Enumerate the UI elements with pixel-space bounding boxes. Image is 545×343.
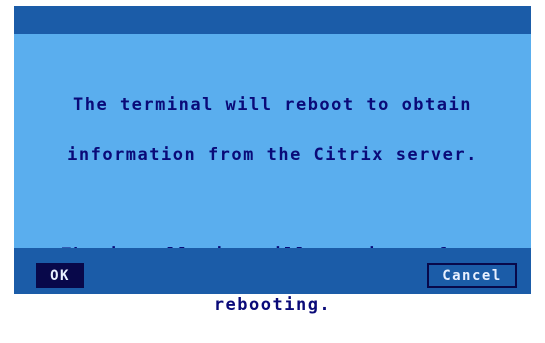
dialog-content: The terminal will reboot to obtain infor… (14, 34, 531, 315)
message-line-1: The terminal will reboot to obtain (73, 95, 472, 115)
ok-button[interactable]: OK (36, 263, 84, 288)
dialog-title-bar (14, 6, 531, 34)
reboot-dialog: The terminal will reboot to obtain infor… (14, 6, 531, 315)
cancel-button[interactable]: Cancel (427, 263, 517, 288)
message-line-2: information from the Citrix server. (67, 145, 478, 165)
dialog-button-bar: OK Cancel (14, 248, 531, 294)
message-line-4: rebooting. (213, 295, 332, 315)
dialog-message: The terminal will reboot to obtain infor… (14, 68, 531, 343)
